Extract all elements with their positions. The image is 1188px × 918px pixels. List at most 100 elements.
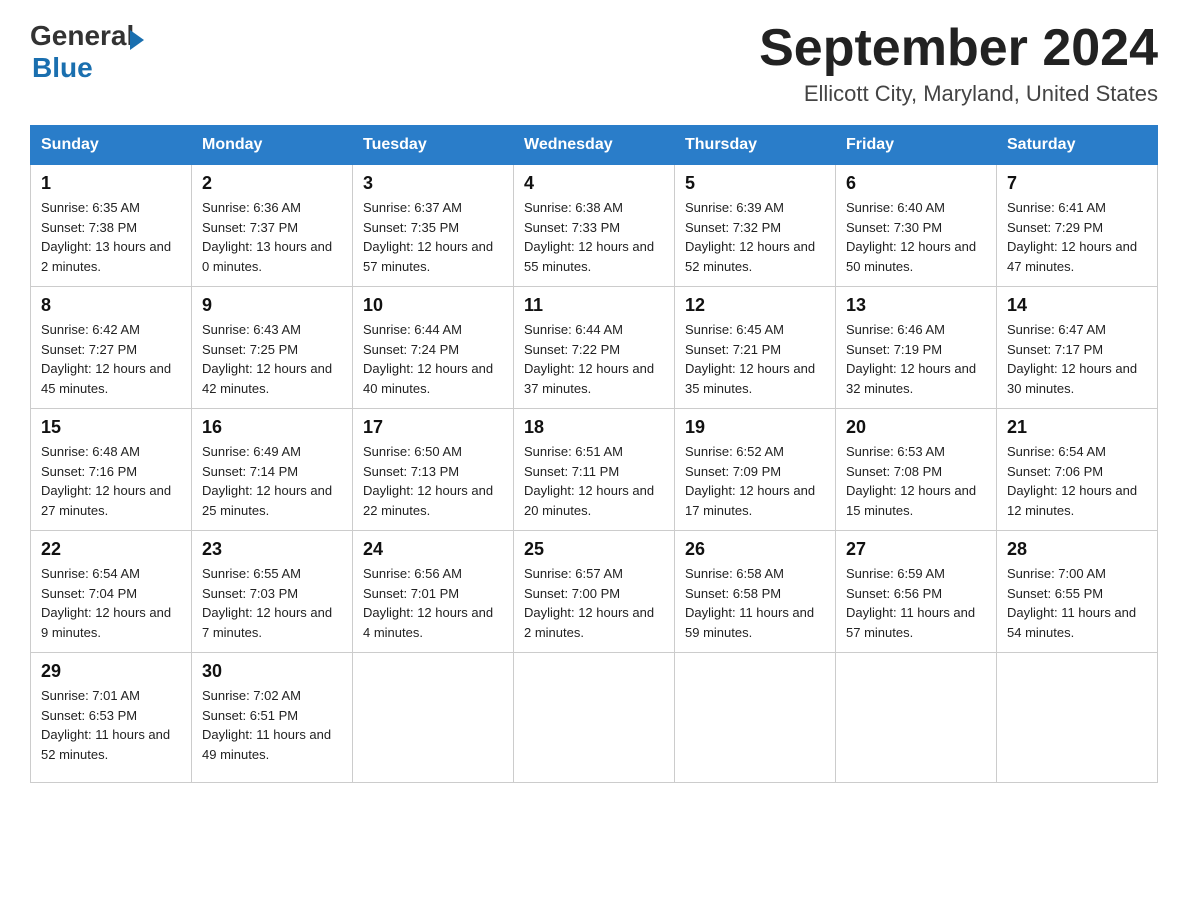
day-number: 14: [1007, 295, 1147, 316]
day-header-friday: Friday: [836, 126, 997, 165]
calendar-cell: 18Sunrise: 6:51 AMSunset: 7:11 PMDayligh…: [514, 409, 675, 531]
calendar-cell: 13 Sunrise: 6:46 AMSunset: 7:19 PMDayligh…: [836, 287, 997, 409]
calendar-week-row: 1 Sunrise: 6:35 AMSunset: 7:38 PMDaylight…: [31, 165, 1158, 287]
day-number: 3: [363, 173, 503, 194]
day-info: Sunrise: 6:35 AMSunset: 7:38 PMDaylight:…: [41, 198, 181, 276]
day-header-tuesday: Tuesday: [353, 126, 514, 165]
calendar-cell: 11 Sunrise: 6:44 AMSunset: 7:22 PMDayligh…: [514, 287, 675, 409]
day-number: 6: [846, 173, 986, 194]
day-info: Sunrise: 6:47 AMSunset: 7:17 PMDaylight:…: [1007, 320, 1147, 398]
calendar-cell: 24 Sunrise: 6:56 AMSunset: 7:01 PMDayligh…: [353, 531, 514, 653]
calendar-cell: 2 Sunrise: 6:36 AMSunset: 7:37 PMDaylight…: [192, 165, 353, 287]
day-header-saturday: Saturday: [997, 126, 1158, 165]
day-number: 18: [524, 417, 664, 438]
day-info: Sunrise: 6:49 AMSunset: 7:14 PMDaylight:…: [202, 442, 342, 520]
day-info: Sunrise: 6:43 AMSunset: 7:25 PMDaylight:…: [202, 320, 342, 398]
day-number: 11: [524, 295, 664, 316]
day-info: Sunrise: 6:57 AMSunset: 7:00 PMDaylight:…: [524, 564, 664, 642]
day-number: 22: [41, 539, 181, 560]
calendar-cell: [514, 653, 675, 783]
day-number: 1: [41, 173, 181, 194]
day-header-thursday: Thursday: [675, 126, 836, 165]
day-number: 4: [524, 173, 664, 194]
calendar-cell: 7 Sunrise: 6:41 AMSunset: 7:29 PMDaylight…: [997, 165, 1158, 287]
calendar-cell: 17 Sunrise: 6:50 AMSunset: 7:13 PMDayligh…: [353, 409, 514, 531]
day-info: Sunrise: 6:41 AMSunset: 7:29 PMDaylight:…: [1007, 198, 1147, 276]
day-number: 20: [846, 417, 986, 438]
day-number: 27: [846, 539, 986, 560]
location-subtitle: Ellicott City, Maryland, United States: [759, 81, 1158, 107]
day-info: Sunrise: 6:38 AMSunset: 7:33 PMDaylight:…: [524, 198, 664, 276]
calendar-cell: 10Sunrise: 6:44 AMSunset: 7:24 PMDayligh…: [353, 287, 514, 409]
day-header-sunday: Sunday: [31, 126, 192, 165]
calendar-cell: 14 Sunrise: 6:47 AMSunset: 7:17 PMDayligh…: [997, 287, 1158, 409]
calendar-cell: 8 Sunrise: 6:42 AMSunset: 7:27 PMDaylight…: [31, 287, 192, 409]
day-info: Sunrise: 6:39 AMSunset: 7:32 PMDaylight:…: [685, 198, 825, 276]
day-number: 2: [202, 173, 342, 194]
month-year-title: September 2024: [759, 20, 1158, 77]
day-info: Sunrise: 6:37 AMSunset: 7:35 PMDaylight:…: [363, 198, 503, 276]
day-info: Sunrise: 6:50 AMSunset: 7:13 PMDaylight:…: [363, 442, 503, 520]
day-info: Sunrise: 6:52 AMSunset: 7:09 PMDaylight:…: [685, 442, 825, 520]
calendar-cell: 16 Sunrise: 6:49 AMSunset: 7:14 PMDayligh…: [192, 409, 353, 531]
calendar-cell: 15Sunrise: 6:48 AMSunset: 7:16 PMDayligh…: [31, 409, 192, 531]
calendar-cell: 26 Sunrise: 6:58 AMSunset: 6:58 PMDayligh…: [675, 531, 836, 653]
day-info: Sunrise: 6:54 AMSunset: 7:04 PMDaylight:…: [41, 564, 181, 642]
day-info: Sunrise: 6:40 AMSunset: 7:30 PMDaylight:…: [846, 198, 986, 276]
page-header: General Blue September 2024 Ellicott Cit…: [30, 20, 1158, 107]
day-number: 21: [1007, 417, 1147, 438]
calendar-cell: 6 Sunrise: 6:40 AMSunset: 7:30 PMDaylight…: [836, 165, 997, 287]
calendar-week-row: 15Sunrise: 6:48 AMSunset: 7:16 PMDayligh…: [31, 409, 1158, 531]
day-number: 19: [685, 417, 825, 438]
day-number: 23: [202, 539, 342, 560]
calendar-cell: 27 Sunrise: 6:59 AMSunset: 6:56 PMDayligh…: [836, 531, 997, 653]
day-number: 30: [202, 661, 342, 682]
day-info: Sunrise: 6:42 AMSunset: 7:27 PMDaylight:…: [41, 320, 181, 398]
day-number: 25: [524, 539, 664, 560]
calendar-cell: 5 Sunrise: 6:39 AMSunset: 7:32 PMDaylight…: [675, 165, 836, 287]
calendar-cell: 9Sunrise: 6:43 AMSunset: 7:25 PMDaylight…: [192, 287, 353, 409]
day-number: 13: [846, 295, 986, 316]
day-number: 17: [363, 417, 503, 438]
calendar-cell: 3 Sunrise: 6:37 AMSunset: 7:35 PMDaylight…: [353, 165, 514, 287]
title-block: September 2024 Ellicott City, Maryland, …: [759, 20, 1158, 107]
logo: General Blue: [30, 20, 144, 84]
day-info: Sunrise: 6:46 AMSunset: 7:19 PMDaylight:…: [846, 320, 986, 398]
calendar-cell: 29Sunrise: 7:01 AMSunset: 6:53 PMDayligh…: [31, 653, 192, 783]
day-info: Sunrise: 6:45 AMSunset: 7:21 PMDaylight:…: [685, 320, 825, 398]
day-info: Sunrise: 6:54 AMSunset: 7:06 PMDaylight:…: [1007, 442, 1147, 520]
day-info: Sunrise: 6:56 AMSunset: 7:01 PMDaylight:…: [363, 564, 503, 642]
calendar-cell: 30 Sunrise: 7:02 AMSunset: 6:51 PMDayligh…: [192, 653, 353, 783]
calendar-cell: 23Sunrise: 6:55 AMSunset: 7:03 PMDayligh…: [192, 531, 353, 653]
calendar-week-row: 22 Sunrise: 6:54 AMSunset: 7:04 PMDayligh…: [31, 531, 1158, 653]
day-number: 5: [685, 173, 825, 194]
calendar-week-row: 29Sunrise: 7:01 AMSunset: 6:53 PMDayligh…: [31, 653, 1158, 783]
day-info: Sunrise: 6:36 AMSunset: 7:37 PMDaylight:…: [202, 198, 342, 276]
day-info: Sunrise: 6:48 AMSunset: 7:16 PMDaylight:…: [41, 442, 181, 520]
day-number: 7: [1007, 173, 1147, 194]
day-info: Sunrise: 6:58 AMSunset: 6:58 PMDaylight:…: [685, 564, 825, 642]
day-number: 26: [685, 539, 825, 560]
day-info: Sunrise: 6:59 AMSunset: 6:56 PMDaylight:…: [846, 564, 986, 642]
calendar-cell: 20Sunrise: 6:53 AMSunset: 7:08 PMDayligh…: [836, 409, 997, 531]
calendar-cell: 19 Sunrise: 6:52 AMSunset: 7:09 PMDayligh…: [675, 409, 836, 531]
day-number: 16: [202, 417, 342, 438]
calendar-cell: 28 Sunrise: 7:00 AMSunset: 6:55 PMDayligh…: [997, 531, 1158, 653]
logo-general-text: General: [30, 20, 134, 52]
day-number: 24: [363, 539, 503, 560]
calendar-cell: [997, 653, 1158, 783]
day-number: 29: [41, 661, 181, 682]
calendar-cell: 21 Sunrise: 6:54 AMSunset: 7:06 PMDayligh…: [997, 409, 1158, 531]
calendar-week-row: 8 Sunrise: 6:42 AMSunset: 7:27 PMDaylight…: [31, 287, 1158, 409]
logo-arrow-icon: [130, 30, 144, 50]
day-header-monday: Monday: [192, 126, 353, 165]
day-number: 28: [1007, 539, 1147, 560]
day-number: 8: [41, 295, 181, 316]
day-info: Sunrise: 7:02 AMSunset: 6:51 PMDaylight:…: [202, 686, 342, 764]
day-info: Sunrise: 6:44 AMSunset: 7:22 PMDaylight:…: [524, 320, 664, 398]
day-header-wednesday: Wednesday: [514, 126, 675, 165]
calendar-cell: [836, 653, 997, 783]
day-number: 12: [685, 295, 825, 316]
day-info: Sunrise: 7:00 AMSunset: 6:55 PMDaylight:…: [1007, 564, 1147, 642]
calendar-cell: [675, 653, 836, 783]
